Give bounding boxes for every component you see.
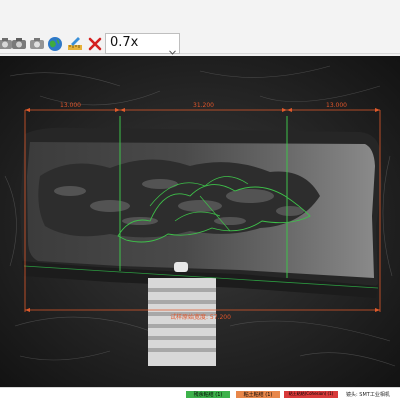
camera-settings-icon[interactable] [28, 35, 46, 53]
legend-swatch: 粘土粘结 (1) [236, 390, 280, 398]
legend-item-cohesion: 粘土粘结(Cohesion) (1) [284, 390, 338, 398]
legend-swatch: 粘土粘结(Cohesion) (1) [284, 390, 338, 398]
segment-left-label: 13.000 [60, 102, 81, 109]
close-red-x-icon[interactable] [86, 35, 104, 53]
zoom-value: 0.7x [110, 35, 139, 50]
globe-icon[interactable] [46, 35, 64, 53]
legend-item-clay: 粘土粘结 (1) [236, 390, 280, 398]
calibrate-ruler-icon[interactable] [66, 35, 84, 53]
zoom-select[interactable]: 0.7x [105, 33, 180, 55]
legend-item-residual: 残余粘结 (1) [186, 390, 230, 398]
segment-right-label: 13.000 [326, 102, 347, 109]
camera-record-icon[interactable] [10, 35, 28, 53]
toolbar: 0.7x [0, 0, 400, 55]
status-bar: 残余粘结 (1) 粘土粘结 (1) 粘土粘结(Cohesion) (1) 镜头:… [0, 387, 400, 401]
original-width-label: 试样原始宽度: 57.200 [170, 314, 231, 321]
segment-middle-label: 31.200 [193, 102, 214, 109]
legend-swatch: 残余粘结 (1) [186, 390, 230, 398]
camera-name-label: 镜头: SMT工业相机 [346, 391, 390, 398]
image-viewport[interactable]: 13.000 31.200 13.000 试样原始宽度: 57.200 [0, 56, 400, 387]
